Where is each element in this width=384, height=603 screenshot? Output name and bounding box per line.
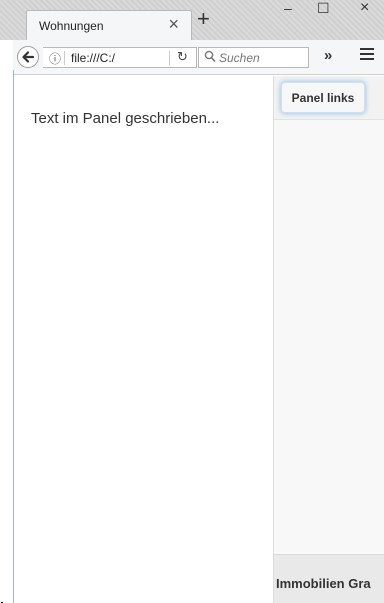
maximize-button[interactable]: ☐: [317, 0, 330, 16]
tab-title: Wohnungen: [39, 19, 104, 33]
back-arrow-icon: [22, 51, 35, 63]
address-bar[interactable]: ⓘ file:///C:/ ↻: [43, 47, 197, 68]
url-separator-2: [169, 51, 170, 65]
right-panel: Panel links Immobilien Gra: [273, 76, 384, 603]
new-tab-button[interactable]: +: [197, 8, 210, 30]
info-icon[interactable]: ⓘ: [49, 50, 61, 67]
overflow-icon[interactable]: »: [324, 47, 332, 64]
footer: Immobilien Gra: [274, 554, 384, 603]
navigation-bar: ⓘ file:///C:/ ↻ Suchen »: [13, 40, 384, 75]
hamburger-menu-icon[interactable]: [360, 48, 374, 63]
title-bar: Wohnungen × + – ☐ ×: [0, 0, 384, 40]
left-panel-text: Text im Panel geschrieben...: [31, 110, 220, 127]
page-content: Text im Panel geschrieben... Panel links…: [14, 76, 384, 603]
back-button[interactable]: [17, 46, 39, 68]
url-separator: [64, 51, 65, 65]
window-left-edge: [0, 0, 13, 603]
tab-close-icon[interactable]: ×: [168, 14, 179, 34]
panel-links-button[interactable]: Panel links: [281, 82, 365, 113]
browser-tab[interactable]: Wohnungen ×: [26, 10, 192, 40]
corner-dot: .: [0, 591, 4, 603]
search-placeholder: Suchen: [219, 51, 260, 65]
search-input[interactable]: Suchen: [198, 47, 309, 68]
close-window-button[interactable]: ×: [360, 0, 369, 16]
search-icon: [204, 50, 216, 63]
url-text[interactable]: file:///C:/: [71, 51, 115, 65]
reload-icon[interactable]: ↻: [177, 49, 188, 65]
right-panel-header: Panel links: [274, 76, 384, 120]
footer-title: Immobilien Gra: [276, 576, 371, 591]
minimize-button[interactable]: –: [284, 0, 292, 16]
